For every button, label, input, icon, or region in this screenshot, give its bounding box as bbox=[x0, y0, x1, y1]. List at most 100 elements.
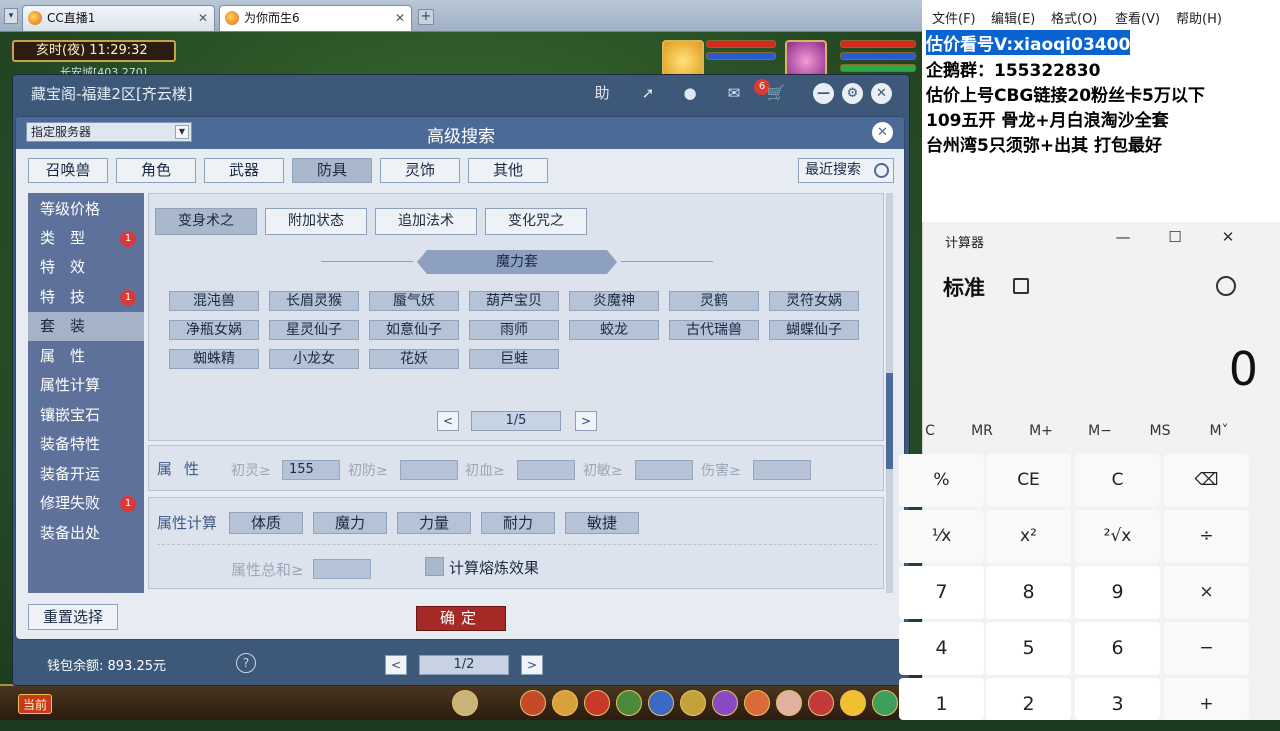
attr-calc-chip[interactable]: 力量 bbox=[397, 512, 471, 534]
sidebar-item-source[interactable]: 装备出处 bbox=[28, 519, 144, 548]
menu-help[interactable]: 帮助(H) bbox=[1176, 8, 1222, 27]
square-button[interactable]: x² bbox=[986, 510, 1071, 563]
set-item-chip[interactable]: 净瓶女娲 bbox=[169, 320, 259, 340]
set-item-chip[interactable]: 星灵仙子 bbox=[269, 320, 359, 340]
attr-calc-chip[interactable]: 耐力 bbox=[481, 512, 555, 534]
scrollbar-thumb[interactable] bbox=[886, 373, 893, 469]
sidebar-item-type[interactable]: 类 型 1 bbox=[28, 224, 144, 253]
notepad-line[interactable]: 企鹅群：155322830 bbox=[926, 56, 1100, 81]
plus-button[interactable]: + bbox=[1164, 678, 1249, 720]
set-item-chip[interactable]: 小龙女 bbox=[269, 349, 359, 369]
menu-view[interactable]: 查看(V) bbox=[1115, 8, 1160, 27]
sidebar-item-level-price[interactable]: 等级价格 bbox=[28, 195, 144, 224]
attr-input-ling[interactable]: 155 bbox=[282, 460, 340, 480]
notepad-line[interactable]: 估价上号CBG链接20粉丝卡5万以下 bbox=[926, 81, 1205, 106]
help-question-icon[interactable]: ? bbox=[236, 653, 256, 673]
notepad-line[interactable]: 估价看号V:xiaoqi03400 bbox=[926, 30, 1131, 55]
memory-list-button[interactable]: M˅ bbox=[1194, 423, 1244, 439]
system-tool-icon[interactable] bbox=[872, 690, 898, 716]
attr-calc-chip[interactable]: 体质 bbox=[229, 512, 303, 534]
set-next-page-button[interactable]: > bbox=[575, 411, 597, 431]
recent-search-button[interactable]: 最近搜索 bbox=[798, 158, 894, 183]
menu-format[interactable]: 格式(O) bbox=[1051, 8, 1097, 27]
pet-tool-icon[interactable] bbox=[452, 690, 478, 716]
category-tab-pet[interactable]: 召唤兽 bbox=[28, 158, 108, 183]
set-prev-page-button[interactable]: < bbox=[437, 411, 459, 431]
reciprocal-button[interactable]: ¹⁄x bbox=[899, 510, 984, 563]
digit-9-button[interactable]: 9 bbox=[1075, 566, 1160, 619]
message-icon[interactable]: ✉ bbox=[721, 81, 747, 105]
memory-subtract-button[interactable]: M− bbox=[1075, 423, 1125, 439]
multiply-button[interactable]: × bbox=[1164, 566, 1249, 619]
activity-tool-icon[interactable] bbox=[808, 690, 834, 716]
attr-calc-chip[interactable]: 敏捷 bbox=[565, 512, 639, 534]
tab-menu-icon[interactable]: ▾ bbox=[4, 8, 18, 24]
close-icon[interactable]: ✕ bbox=[395, 6, 405, 30]
close-icon[interactable]: ✕ bbox=[871, 83, 892, 104]
menu-file[interactable]: 文件(F) bbox=[932, 8, 976, 27]
channel-button[interactable]: 当前 bbox=[18, 694, 52, 714]
set-tab-transform[interactable]: 变身术之 bbox=[155, 208, 257, 235]
menu-edit[interactable]: 编辑(E) bbox=[991, 8, 1035, 27]
backspace-button[interactable]: ⌫ bbox=[1164, 454, 1249, 507]
attr-input-dmg[interactable] bbox=[753, 460, 811, 480]
calculator-mode[interactable]: 标准 bbox=[943, 272, 985, 302]
confirm-button[interactable]: 确定 bbox=[416, 606, 506, 631]
set-tab-curse[interactable]: 变化咒之 bbox=[485, 208, 587, 235]
set-item-chip[interactable]: 蜃气妖 bbox=[369, 291, 459, 311]
set-item-chip[interactable]: 灵符女娲 bbox=[769, 291, 859, 311]
category-tab-weapon[interactable]: 武器 bbox=[204, 158, 284, 183]
set-item-chip[interactable]: 如意仙子 bbox=[369, 320, 459, 340]
sidebar-item-attr-calc[interactable]: 属性计算 bbox=[28, 371, 144, 400]
set-tab-status[interactable]: 附加状态 bbox=[265, 208, 367, 235]
set-tab-spell[interactable]: 追加法术 bbox=[375, 208, 477, 235]
emote-tool-icon[interactable] bbox=[840, 690, 866, 716]
sidebar-item-trait[interactable]: 装备特性 bbox=[28, 430, 144, 459]
shop-tool-icon[interactable] bbox=[776, 690, 802, 716]
digit-7-button[interactable]: 7 bbox=[899, 566, 984, 619]
attr-input-def[interactable] bbox=[400, 460, 458, 480]
set-item-chip[interactable]: 雨师 bbox=[469, 320, 559, 340]
set-item-chip[interactable]: 葫芦宝贝 bbox=[469, 291, 559, 311]
task-tool-icon[interactable] bbox=[648, 690, 674, 716]
sidebar-item-repair-fail[interactable]: 修理失败 1 bbox=[28, 489, 144, 518]
set-item-chip[interactable]: 长眉灵猴 bbox=[269, 291, 359, 311]
attr-input-agi[interactable] bbox=[635, 460, 693, 480]
sidebar-item-fortune[interactable]: 装备开运 bbox=[28, 460, 144, 489]
percent-button[interactable]: % bbox=[899, 454, 984, 507]
notepad-line[interactable]: 109五开 骨龙+月白浪淘沙全套 bbox=[926, 106, 1169, 131]
clear-entry-button[interactable]: CE bbox=[986, 454, 1071, 507]
sqrt-button[interactable]: ²√x bbox=[1075, 510, 1160, 563]
divide-button[interactable]: ÷ bbox=[1164, 510, 1249, 563]
set-item-chip[interactable]: 灵鹤 bbox=[669, 291, 759, 311]
set-item-chip[interactable]: 蛟龙 bbox=[569, 320, 659, 340]
digit-5-button[interactable]: 5 bbox=[986, 622, 1071, 675]
close-icon[interactable]: ✕ bbox=[1216, 228, 1240, 246]
memory-recall-button[interactable]: MR bbox=[957, 423, 1007, 439]
attr-sum-input[interactable] bbox=[313, 559, 371, 579]
tab-cc-live[interactable]: CC直播1 ✕ bbox=[22, 5, 215, 31]
digit-8-button[interactable]: 8 bbox=[986, 566, 1071, 619]
memory-clear-button[interactable]: C bbox=[905, 423, 955, 439]
attr-calc-chip[interactable]: 魔力 bbox=[313, 512, 387, 534]
history-icon[interactable] bbox=[1216, 276, 1236, 296]
memory-add-button[interactable]: M+ bbox=[1016, 423, 1066, 439]
maximize-icon[interactable]: ☐ bbox=[1163, 228, 1187, 246]
minus-button[interactable]: − bbox=[1164, 622, 1249, 675]
refine-checkbox[interactable] bbox=[425, 557, 444, 576]
digit-4-button[interactable]: 4 bbox=[899, 622, 984, 675]
sidebar-item-gem[interactable]: 镶嵌宝石 bbox=[28, 401, 144, 430]
minimize-icon[interactable]: — bbox=[1111, 228, 1135, 246]
set-item-chip[interactable]: 古代瑞兽 bbox=[669, 320, 759, 340]
digit-1-button[interactable]: 1 bbox=[899, 678, 984, 720]
close-icon[interactable]: ✕ bbox=[198, 6, 208, 30]
digit-2-button[interactable]: 2 bbox=[986, 678, 1071, 720]
category-tab-other[interactable]: 其他 bbox=[468, 158, 548, 183]
sidebar-item-skill[interactable]: 特 技 1 bbox=[28, 283, 144, 312]
category-tab-armor[interactable]: 防具 bbox=[292, 158, 372, 183]
sidebar-item-set[interactable]: 套 装 bbox=[28, 312, 144, 341]
digit-6-button[interactable]: 6 bbox=[1075, 622, 1160, 675]
help-icon[interactable]: 助 bbox=[589, 81, 615, 105]
share-icon[interactable]: ➚ bbox=[635, 81, 661, 105]
guild-tool-icon[interactable] bbox=[680, 690, 706, 716]
